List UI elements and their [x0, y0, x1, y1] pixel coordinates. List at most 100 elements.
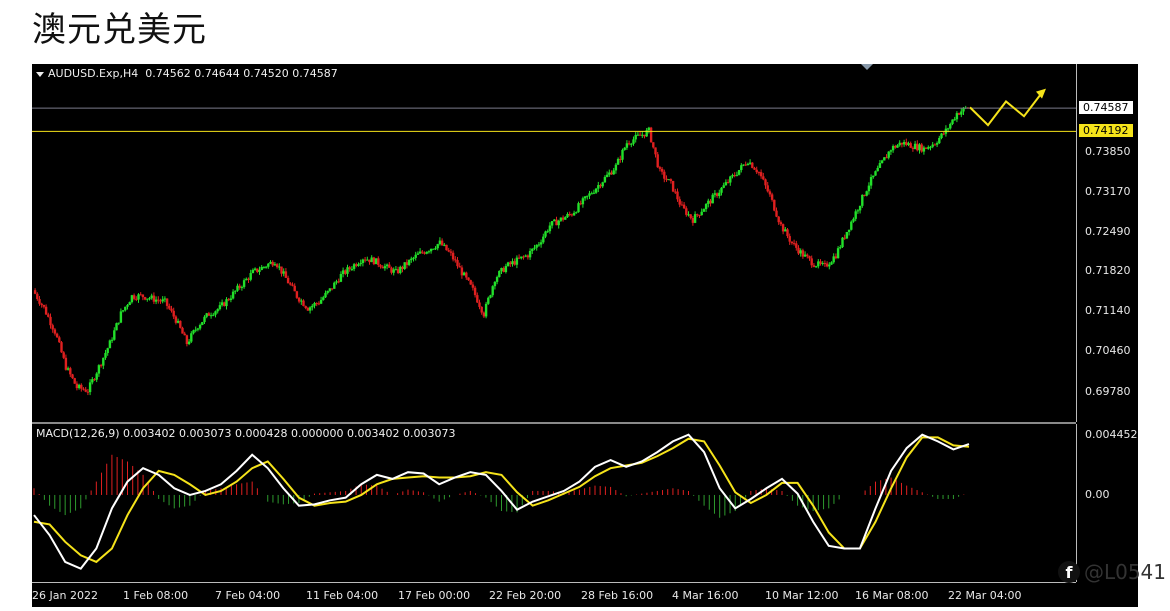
candle-body — [108, 340, 112, 349]
candle-body — [286, 277, 290, 284]
price-tick-label: 0.72490 — [1085, 224, 1131, 238]
candle-body — [913, 143, 917, 150]
candle-body — [289, 283, 292, 285]
dropdown-triangle-icon[interactable] — [36, 71, 44, 77]
candle-body — [440, 240, 444, 246]
time-tick-label: 26 Jan 2022 — [32, 589, 98, 602]
candle-body — [399, 266, 402, 274]
candle-body — [33, 290, 37, 294]
candle-body — [735, 174, 739, 176]
candle-body — [451, 252, 455, 260]
candle-body — [240, 286, 244, 288]
ohlc-high: 0.74644 — [194, 67, 240, 80]
candle-body — [427, 251, 431, 253]
candle-body — [938, 138, 941, 144]
candle-body — [663, 171, 666, 179]
candle-body — [777, 216, 780, 223]
candle-body — [220, 302, 224, 306]
candle-body — [128, 302, 131, 306]
watermark: f @L0541 — [1057, 560, 1166, 584]
candle-body — [467, 277, 470, 281]
candle-body — [93, 379, 96, 381]
candle-body — [251, 269, 255, 274]
candle-body — [572, 212, 576, 216]
candle-body — [733, 175, 736, 177]
candle-body — [715, 193, 719, 196]
candle-body — [742, 164, 745, 166]
candle-body — [960, 111, 963, 115]
candle-body — [311, 305, 314, 308]
candle-body — [548, 225, 552, 232]
scroll-marker-icon — [861, 64, 873, 70]
candle-body — [172, 310, 175, 317]
candle-body — [460, 267, 464, 276]
candle-body — [898, 142, 901, 146]
candle-body — [73, 378, 76, 384]
candle-body — [885, 157, 888, 159]
candle-body — [482, 312, 486, 317]
candle-body — [38, 299, 41, 304]
price-tick-label: 0.69780 — [1085, 384, 1131, 398]
candle-body — [786, 229, 789, 237]
candle-body — [528, 250, 532, 258]
price-tick-label: 0.70460 — [1085, 344, 1131, 358]
candle-body — [179, 320, 182, 328]
candle-body — [352, 264, 356, 269]
candle-body — [656, 154, 659, 168]
candle-body — [878, 163, 882, 168]
candle-body — [575, 212, 578, 214]
candle-body — [357, 264, 360, 266]
candle-body — [291, 284, 294, 286]
candle-body — [341, 270, 345, 275]
candle-body — [757, 172, 761, 174]
candle-body — [456, 260, 459, 267]
candle-body — [66, 368, 70, 370]
candle-body — [333, 282, 336, 289]
candle-body — [858, 205, 862, 211]
candle-body — [614, 164, 618, 171]
candle-body — [643, 134, 646, 137]
candle-body — [537, 244, 541, 246]
candle-body — [799, 250, 802, 254]
candle-body — [834, 256, 838, 259]
candle-body — [636, 134, 640, 136]
candle-body — [707, 200, 710, 204]
candle-body — [121, 310, 125, 312]
ohlc-close: 0.74587 — [292, 67, 338, 80]
macd-chart-svg — [33, 433, 970, 570]
candle-body — [526, 255, 530, 258]
candle-body — [322, 297, 325, 300]
candle-body — [553, 219, 556, 222]
candle-body — [713, 193, 717, 195]
candle-body — [841, 237, 844, 248]
time-tick-label: 10 Mar 12:00 — [765, 589, 839, 602]
candle-body — [443, 244, 446, 246]
candle-body — [876, 167, 879, 172]
candle-body — [370, 257, 373, 263]
candle-body — [907, 143, 910, 145]
candle-body — [209, 315, 213, 317]
candle-body — [247, 278, 250, 280]
candle-body — [42, 304, 46, 307]
candle-body — [935, 143, 939, 145]
candle-body — [819, 261, 822, 264]
candle-body — [652, 142, 655, 148]
candle-body — [392, 269, 395, 273]
time-axis: 26 Jan 2022 1 Feb 08:00 7 Feb 04:00 11 Feb … — [32, 582, 1076, 608]
candle-body — [207, 313, 211, 316]
candle-body — [242, 280, 246, 287]
candle-body — [788, 236, 791, 242]
candle-body — [262, 266, 266, 268]
candle-body — [491, 286, 494, 296]
candle-body — [748, 162, 752, 164]
candle-body — [566, 213, 569, 218]
candle-body — [638, 134, 642, 136]
candle-body — [154, 299, 158, 302]
candle-body — [812, 265, 816, 267]
candle-body — [768, 191, 772, 195]
candle-body — [522, 256, 525, 258]
candle-body — [465, 272, 468, 278]
time-tick-label: 22 Feb 20:00 — [489, 589, 562, 602]
candle-body — [601, 182, 604, 187]
candle-body — [359, 263, 362, 265]
